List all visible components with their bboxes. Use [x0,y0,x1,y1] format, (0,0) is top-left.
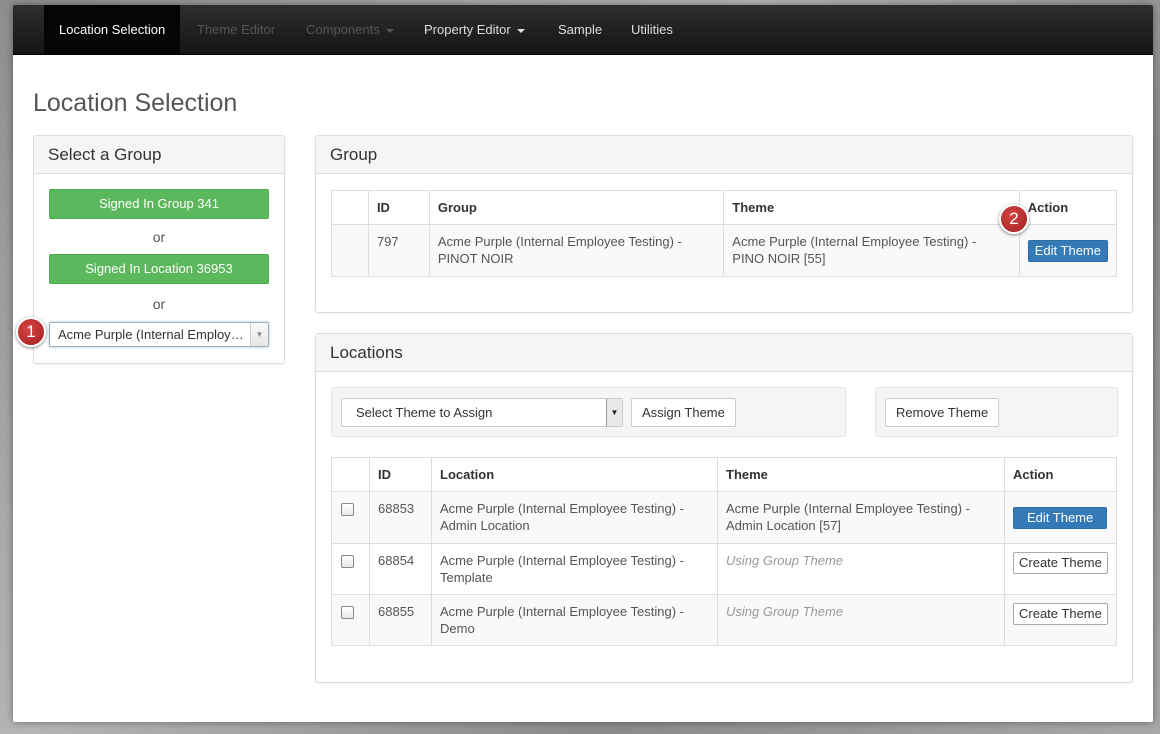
theme-column-header: Theme [723,190,1020,225]
locations-panel-heading: Locations [316,334,1132,372]
nav-components-label: Components [306,22,380,37]
remove-theme-well: Remove Theme [875,387,1118,437]
locations-table: ID Location Theme Action 68853 Acme Purp… [331,457,1117,646]
assign-theme-well: Select Theme to Assign ▼ Assign Theme [331,387,846,437]
theme-assign-placeholder: Select Theme to Assign [356,405,493,420]
row-checkbox[interactable] [341,606,354,619]
table-row: 68853 Acme Purple (Internal Employee Tes… [331,491,1117,544]
location-name-cell: Acme Purple (Internal Employee Testing) … [431,594,718,646]
group-name-line: Acme Purple (Internal Employee Testing) … [437,234,682,249]
location-name-cell: Acme Purple (Internal Employee Testing) … [431,491,718,544]
select-cell [331,224,369,277]
location-name-line: Template [440,570,493,585]
location-theme-cell: Using Group Theme [717,594,1005,646]
caret-down-icon [516,28,525,33]
group-name-line: PINOT NOIR [437,251,514,266]
group-name-cell: Acme Purple (Internal Employee Testing) … [428,224,725,277]
theme-column-header: Theme [717,457,1005,492]
location-name-line: Acme Purple (Internal Employee Testing) … [440,604,684,619]
location-name-line: Acme Purple (Internal Employee Testing) … [440,501,684,516]
signed-in-group-button[interactable]: Signed In Group 341 [49,189,269,219]
checkbox-cell [331,594,370,646]
action-cell: Create Theme [1004,594,1117,646]
select-group-panel: Select a Group Signed In Group 341 or Si… [33,135,285,364]
theme-assign-select[interactable]: Select Theme to Assign ▼ [341,398,623,427]
group-table: ID Group Theme Action 797 Acme Purple (I… [331,190,1118,277]
table-row: 68855 Acme Purple (Internal Employee Tes… [331,594,1117,646]
edit-theme-button[interactable]: Edit Theme [1013,506,1108,529]
group-column-header: Group [428,190,725,225]
nav-location-selection[interactable]: Location Selection [44,5,181,55]
location-id-cell: 68854 [369,543,432,595]
locations-panel: Locations Select Theme to Assign ▼ Assig… [315,333,1133,683]
location-column-header: Location [431,457,718,492]
location-name-line: Admin Location [440,518,530,533]
page-title: Location Selection [33,89,238,117]
step-badge-2: 2 [999,204,1029,234]
step-badge-1: 1 [16,317,46,347]
group-theme-cell: Acme Purple (Internal Employee Testing) … [723,224,1020,277]
using-group-theme-text: Using Group Theme [726,553,844,568]
dropdown-arrow-icon: ▼ [606,399,622,426]
create-theme-button[interactable]: Create Theme [1013,552,1108,574]
select-group-heading: Select a Group [34,136,284,174]
location-name-line: Demo [440,621,475,636]
nav-components[interactable]: Components [291,5,409,55]
location-theme-line: Admin Location [57] [726,518,841,533]
group-theme-line: PINO NOIR [55] [732,251,826,266]
group-id-cell: 797 [367,224,430,277]
location-name-cell: Acme Purple (Internal Employee Testing) … [431,543,718,595]
nav-utilities[interactable]: Utilities [616,5,688,55]
group-select-value: Acme Purple (Internal Employee Testing) … [58,327,248,342]
action-cell: Edit Theme [1004,491,1117,544]
table-row: 797 Acme Purple (Internal Employee Testi… [331,224,1118,277]
action-column-header: Action [1018,190,1118,225]
location-theme-cell: Acme Purple (Internal Employee Testing) … [717,491,1005,544]
row-checkbox[interactable] [341,555,354,568]
select-column-header [331,457,370,492]
checkbox-cell [331,491,370,544]
select-column-header [331,190,369,225]
table-row: 68854 Acme Purple (Internal Employee Tes… [331,543,1117,595]
location-id-cell: 68853 [369,491,432,544]
action-cell: Create Theme [1004,543,1117,595]
nav-sample[interactable]: Sample [543,5,617,55]
or-separator: or [152,296,166,312]
group-panel-heading: Group [316,136,1132,174]
id-column-header: ID [367,190,430,225]
group-select-dropdown[interactable]: Acme Purple (Internal Employee Testing) … [49,322,269,347]
action-cell: Edit Theme [1018,224,1118,277]
or-separator: or [152,229,166,245]
dropdown-arrow-icon: ▼ [250,323,268,346]
remove-theme-button[interactable]: Remove Theme [885,398,1000,427]
signed-in-location-button[interactable]: Signed In Location 36953 [49,254,269,284]
location-theme-line: Acme Purple (Internal Employee Testing) … [726,501,970,516]
nav-property-editor[interactable]: Property Editor [409,5,540,55]
checkbox-cell [331,543,370,595]
action-column-header: Action [1004,457,1117,492]
location-id-cell: 68855 [369,594,432,646]
create-theme-button[interactable]: Create Theme [1013,603,1108,625]
row-checkbox[interactable] [341,503,354,516]
group-theme-line: Acme Purple (Internal Employee Testing) … [732,234,977,249]
nav-theme-editor[interactable]: Theme Editor [182,5,290,55]
top-navbar: Location Selection Theme Editor Componen… [13,5,1153,55]
edit-group-theme-button[interactable]: Edit Theme [1027,239,1108,262]
nav-property-editor-label: Property Editor [424,22,511,37]
using-group-theme-text: Using Group Theme [726,604,844,619]
app-window: Location Selection Theme Editor Componen… [13,5,1153,722]
location-theme-cell: Using Group Theme [717,543,1005,595]
assign-theme-button[interactable]: Assign Theme [631,398,736,427]
caret-down-icon [385,28,394,33]
id-column-header: ID [369,457,432,492]
location-name-line: Acme Purple (Internal Employee Testing) … [440,553,684,568]
